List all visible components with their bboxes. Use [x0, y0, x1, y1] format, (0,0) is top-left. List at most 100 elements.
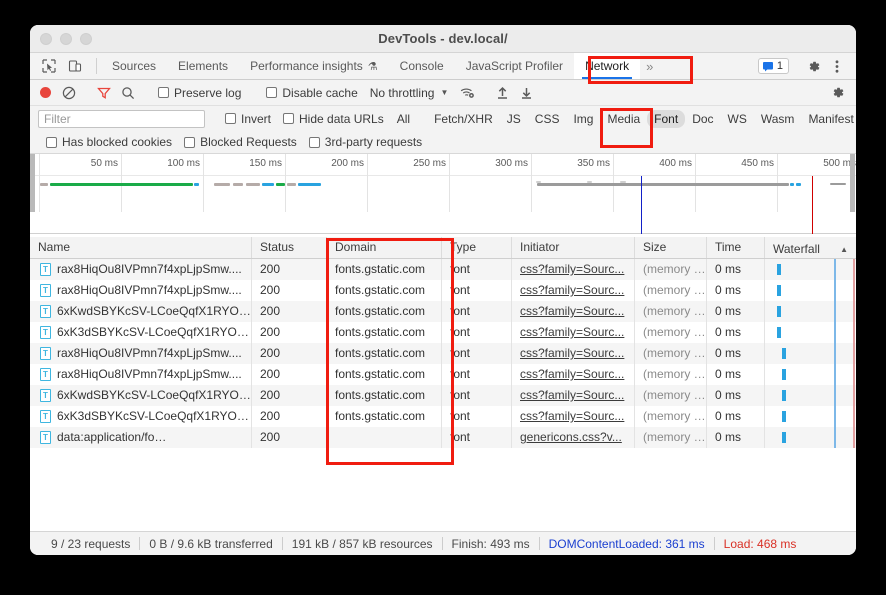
device-toolbar-icon[interactable] [64, 56, 86, 76]
cell-status: 200 [252, 259, 327, 280]
network-settings-gear-icon[interactable] [826, 83, 848, 103]
column-header-initiator[interactable]: Initiator [512, 237, 635, 258]
cell-initiator[interactable]: genericons.css?v... [512, 427, 635, 448]
overview-right-handle[interactable] [850, 154, 855, 212]
cell-name[interactable]: T 6xK3dSBYKcSV-LCoeQqfX1RYO… [30, 406, 252, 427]
column-header-waterfall[interactable]: Waterfall ▲ [765, 237, 856, 258]
initiator-link[interactable]: css?family=Sourc... [520, 262, 624, 276]
column-header-size[interactable]: Size [635, 237, 707, 258]
table-row[interactable]: Trax8HiqOu8IVPmn7f4xpLjpSmw.... 200 fonts.… [30, 343, 856, 364]
cell-initiator[interactable]: css?family=Sourc... [512, 343, 635, 364]
export-har-icon[interactable] [515, 83, 537, 103]
network-conditions-icon[interactable] [456, 83, 478, 103]
overview-tick: 50 ms [90, 158, 118, 169]
invert-checkbox[interactable]: Invert [219, 112, 277, 126]
filter-input[interactable] [38, 109, 205, 128]
inspect-element-icon[interactable] [38, 56, 60, 76]
network-overview[interactable]: 50 ms 100 ms 150 ms 200 ms 250 ms 300 ms… [30, 154, 856, 234]
cell-name[interactable]: Trax8HiqOu8IVPmn7f4xpLjpSmw.... [30, 343, 252, 364]
clear-icon[interactable] [58, 83, 80, 103]
initiator-link[interactable]: css?family=Sourc... [520, 304, 624, 318]
throttling-value: No throttling [369, 85, 435, 100]
overview-left-handle[interactable] [30, 154, 35, 212]
third-party-requests-checkbox[interactable]: 3rd-party requests [303, 135, 428, 149]
throttling-select[interactable]: No throttling ▼ [366, 86, 449, 100]
cell-name[interactable]: Trax8HiqOu8IVPmn7f4xpLjpSmw.... [30, 280, 252, 301]
filter-type-wasm[interactable]: Wasm [754, 110, 802, 128]
table-row[interactable]: Trax8HiqOu8IVPmn7f4xpLjpSmw.... 200 fonts.… [30, 259, 856, 280]
network-toolbar: Preserve log Disable cache No throttling… [30, 80, 856, 106]
cell-name[interactable]: T 6xKwdSBYKcSV-LCoeQqfX1RYO… [30, 301, 252, 322]
has-blocked-cookies-checkbox[interactable]: Has blocked cookies [40, 135, 178, 149]
table-row[interactable]: T 6xKwdSBYKcSV-LCoeQqfX1RYO… 200 fonts.gsta… [30, 385, 856, 406]
cell-name[interactable]: T 6xK3dSBYKcSV-LCoeQqfX1RYO… [30, 322, 252, 343]
status-resources: 191 kB / 857 kB resources [291, 536, 433, 551]
hide-data-urls-checkbox[interactable]: Hide data URLs [277, 112, 390, 126]
cell-type: font [442, 280, 512, 301]
sort-ascending-icon: ▲ [840, 244, 848, 254]
initiator-link[interactable]: genericons.css?v... [520, 430, 622, 444]
filter-type-manifest[interactable]: Manifest [801, 110, 856, 128]
cell-initiator[interactable]: css?family=Sourc... [512, 259, 635, 280]
table-row[interactable]: Trax8HiqOu8IVPmn7f4xpLjpSmw.... 200 fonts.… [30, 280, 856, 301]
cell-size: (memory … [635, 364, 707, 385]
tab-overflow-icon[interactable]: » [640, 53, 659, 79]
filter-type-ws[interactable]: WS [721, 110, 754, 128]
cell-name[interactable]: T 6xKwdSBYKcSV-LCoeQqfX1RYO… [30, 385, 252, 406]
column-header-time[interactable]: Time [707, 237, 765, 258]
search-icon[interactable] [117, 83, 139, 103]
filter-type-all[interactable]: All [390, 110, 417, 128]
gear-icon[interactable] [802, 56, 824, 76]
cell-name[interactable]: Trax8HiqOu8IVPmn7f4xpLjpSmw.... [30, 364, 252, 385]
tab-elements[interactable]: Elements [167, 53, 239, 79]
initiator-link[interactable]: css?family=Sourc... [520, 325, 624, 339]
cell-initiator[interactable]: css?family=Sourc... [512, 280, 635, 301]
tab-network[interactable]: Network [574, 53, 641, 79]
cell-initiator[interactable]: css?family=Sourc... [512, 364, 635, 385]
tab-performance-insights[interactable]: Performance insights ⚗ [239, 53, 389, 79]
disable-cache-checkbox[interactable]: Disable cache [260, 86, 363, 100]
initiator-link[interactable]: css?family=Sourc... [520, 388, 624, 402]
column-header-domain[interactable]: Domain [327, 237, 442, 258]
table-row[interactable]: T 6xK3dSBYKcSV-LCoeQqfX1RYO… 200 fonts.gsta… [30, 322, 856, 343]
cell-domain: fonts.gstatic.com [327, 364, 442, 385]
tab-console[interactable]: Console [389, 53, 455, 79]
tab-bar-actions: 1 [757, 53, 856, 79]
column-header-name[interactable]: Name [30, 237, 252, 258]
filter-type-css[interactable]: CSS [528, 110, 567, 128]
cell-initiator[interactable]: css?family=Sourc... [512, 301, 635, 322]
overview-tick: 400 ms [659, 158, 692, 169]
initiator-link[interactable]: css?family=Sourc... [520, 283, 624, 297]
preserve-log-checkbox[interactable]: Preserve log [152, 86, 247, 100]
filter-icon[interactable] [93, 83, 115, 103]
filter-type-media[interactable]: Media [600, 110, 647, 128]
filter-type-img[interactable]: Img [566, 110, 600, 128]
table-row[interactable]: T 6xK3dSBYKcSV-LCoeQqfX1RYO… 200 fonts.gsta… [30, 406, 856, 427]
record-button[interactable] [40, 87, 51, 98]
filter-type-doc[interactable]: Doc [685, 110, 720, 128]
import-har-icon[interactable] [491, 83, 513, 103]
cell-name[interactable]: Tdata:application/fo… [30, 427, 252, 448]
initiator-link[interactable]: css?family=Sourc... [520, 346, 624, 360]
tab-javascript-profiler[interactable]: JavaScript Profiler [455, 53, 574, 79]
initiator-link[interactable]: css?family=Sourc... [520, 367, 624, 381]
filter-type-font[interactable]: Font [647, 109, 686, 128]
console-message-badge[interactable]: 1 [757, 58, 789, 74]
cell-initiator[interactable]: css?family=Sourc... [512, 385, 635, 406]
column-header-status[interactable]: Status [252, 237, 327, 258]
cell-initiator[interactable]: css?family=Sourc... [512, 406, 635, 427]
table-row[interactable]: Tdata:application/fo… 200 font genericons.c… [30, 427, 856, 448]
initiator-link[interactable]: css?family=Sourc... [520, 409, 624, 423]
column-header-type[interactable]: Type [442, 237, 512, 258]
tab-sources[interactable]: Sources [101, 53, 167, 79]
filter-type-js[interactable]: JS [500, 110, 528, 128]
kebab-menu-icon[interactable] [826, 56, 848, 76]
cell-name[interactable]: Trax8HiqOu8IVPmn7f4xpLjpSmw.... [30, 259, 252, 280]
cell-initiator[interactable]: css?family=Sourc... [512, 322, 635, 343]
cell-type: font [442, 427, 512, 448]
font-file-icon: T [40, 284, 51, 297]
filter-type-fetch-xhr[interactable]: Fetch/XHR [427, 110, 500, 128]
table-row[interactable]: Trax8HiqOu8IVPmn7f4xpLjpSmw.... 200 fonts.… [30, 364, 856, 385]
blocked-requests-checkbox[interactable]: Blocked Requests [178, 135, 303, 149]
table-row[interactable]: T 6xKwdSBYKcSV-LCoeQqfX1RYO… 200 fonts.gsta… [30, 301, 856, 322]
